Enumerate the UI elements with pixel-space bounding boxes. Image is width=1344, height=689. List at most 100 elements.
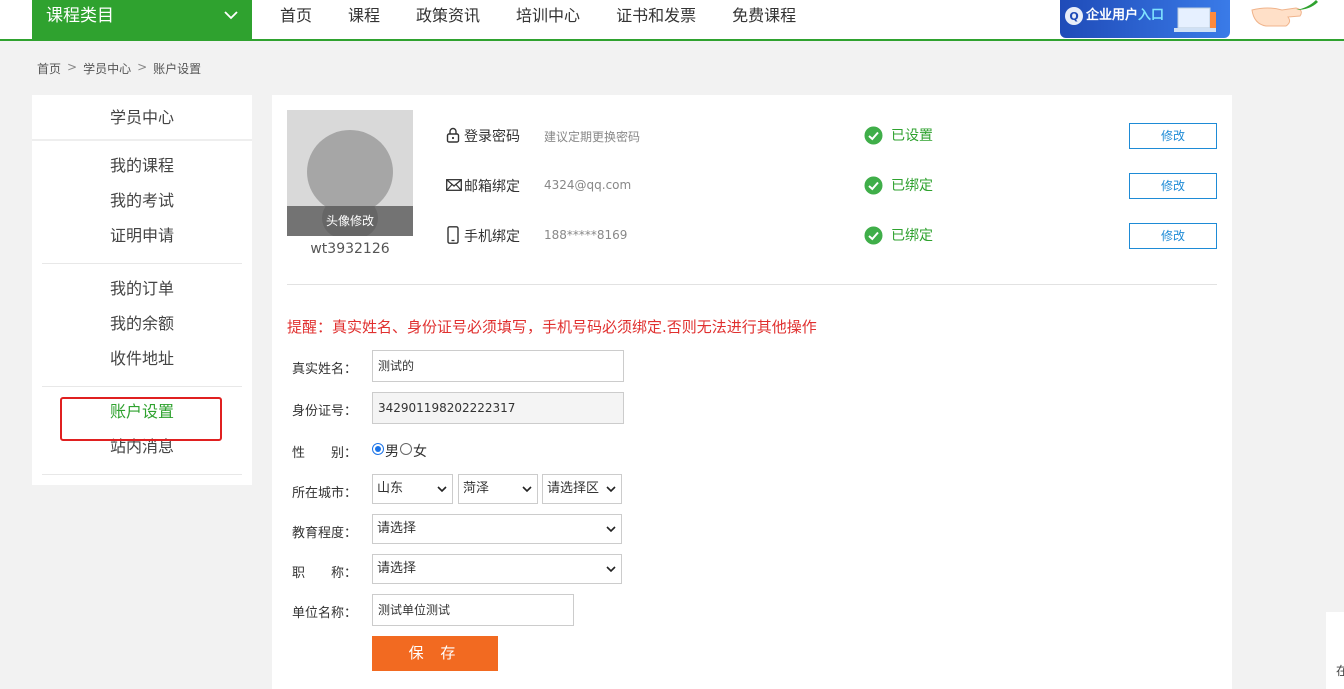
nav-courses[interactable]: 课程 (348, 0, 380, 39)
modify-phone-button[interactable]: 修改 (1129, 223, 1217, 249)
district-value: 请选择区 (547, 481, 600, 496)
check-circle-icon (864, 226, 883, 245)
chevron-down-icon (606, 486, 616, 493)
username: wt3932126 (310, 241, 390, 257)
job-title-label: 职 称： (292, 566, 358, 581)
education-select[interactable]: 请选择 (372, 514, 622, 544)
district-select[interactable]: 请选择区 (542, 474, 622, 504)
sidebar-title: 学员中心 (32, 95, 252, 141)
gender-label: 性 别： (292, 446, 358, 461)
mail-icon (446, 179, 462, 191)
enterprise-entry-text: 入口 (1138, 8, 1165, 23)
sidebar-item-my-courses[interactable]: 我的课程 (42, 148, 242, 183)
id-number-row: 身份证号： 342901198202222317 (292, 392, 632, 424)
phone-status: 已绑定 (864, 225, 933, 245)
nav-home[interactable]: 首页 (280, 0, 312, 39)
chevron-down-icon (606, 526, 616, 533)
password-label: 登录密码 (464, 129, 520, 145)
sidebar-item-shipping-address[interactable]: 收件地址 (42, 341, 242, 376)
phone-status-text: 已绑定 (891, 228, 933, 244)
sidebar-group-study: 我的课程 我的考试 证明申请 (42, 141, 242, 264)
breadcrumb-home[interactable]: 首页 (37, 60, 61, 77)
education-label: 教育程度： (292, 526, 358, 541)
sidebar-item-my-balance[interactable]: 我的余额 (42, 306, 242, 341)
main-nav: 首页 课程 政策资讯 培训中心 证书和发票 免费课程 (280, 0, 832, 39)
sidebar-group-orders: 我的订单 我的余额 收件地址 (42, 264, 242, 387)
job-title-row: 职 称： 请选择 (292, 554, 632, 586)
sidebar-item-my-exams[interactable]: 我的考试 (42, 183, 242, 218)
top-navbar: 课程类目 首页 课程 政策资讯 培训中心 证书和发票 免费课程 Q 企业用户入口 (0, 0, 1344, 41)
right-edge-fragment: 在 (1326, 612, 1344, 689)
account-settings-panel: 头像修改 wt3932126 登录密码 建议定期更换密码 已设置 修改 邮箱绑定… (272, 95, 1232, 689)
sidebar-group-account: 账户设置 站内消息 (42, 387, 242, 475)
sidebar-item-certificate-apply[interactable]: 证明申请 (42, 218, 242, 253)
company-row: 单位名称： 测试单位测试 (292, 594, 632, 626)
province-select[interactable]: 山东 (372, 474, 453, 504)
real-name-row: 真实姓名： 测试的 (292, 350, 632, 382)
reminder-text: 提醒：真实姓名、身份证号必须填写，手机号码必须绑定.否则无法进行其他操作 (287, 318, 817, 336)
breadcrumb-separator: > (137, 60, 148, 74)
phone-label: 手机绑定 (464, 229, 520, 245)
city-row: 所在城市： 山东 菏泽 请选择区 (292, 474, 632, 506)
job-title-value: 请选择 (377, 561, 417, 576)
password-status: 已设置 (864, 125, 933, 145)
enterprise-prefix: 企业用户 (1086, 8, 1139, 23)
city-select[interactable]: 菏泽 (458, 474, 538, 504)
save-button[interactable]: 保 存 (372, 636, 498, 671)
sidebar: 学员中心 我的课程 我的考试 证明申请 我的订单 我的余额 收件地址 账户设置 … (32, 95, 252, 485)
phone-icon (447, 226, 459, 244)
modify-email-button[interactable]: 修改 (1129, 173, 1217, 199)
gender-female-label[interactable]: 女 (413, 441, 427, 461)
gender-row: 性 别： 男 女 (292, 434, 632, 466)
city-value: 菏泽 (463, 481, 490, 496)
breadcrumb-account-settings: 账户设置 (153, 62, 202, 76)
security-row-email: 邮箱绑定 4324@qq.com 已绑定 修改 (444, 170, 1217, 200)
id-number-input[interactable]: 342901198202222317 (372, 392, 624, 424)
chevron-down-icon (522, 486, 532, 493)
nav-training-center[interactable]: 培训中心 (516, 0, 580, 39)
chevron-down-icon (606, 566, 616, 573)
security-row-phone: 手机绑定 188*****8169 已绑定 修改 (444, 220, 1217, 250)
laptop-illustration-icon (1174, 7, 1216, 32)
enterprise-entry-banner[interactable]: Q 企业用户入口 (1060, 0, 1230, 38)
svg-text:Q: Q (1069, 10, 1078, 23)
sidebar-item-account-settings[interactable]: 账户设置 (42, 394, 242, 429)
check-circle-icon (864, 126, 883, 145)
email-status-text: 已绑定 (891, 178, 933, 194)
nav-policy-news[interactable]: 政策资讯 (416, 0, 480, 39)
email-value: 4324@qq.com (544, 178, 632, 192)
real-name-input[interactable]: 测试的 (372, 350, 624, 382)
email-status: 已绑定 (864, 175, 933, 195)
company-input[interactable]: 测试单位测试 (372, 594, 574, 626)
real-name-label: 真实姓名： (292, 362, 358, 377)
gender-female-radio[interactable] (400, 443, 412, 455)
breadcrumb: 首页 > 学员中心 > 账户设置 (37, 60, 201, 77)
security-row-password: 登录密码 建议定期更换密码 已设置 修改 (444, 120, 1217, 150)
nav-free-courses[interactable]: 免费课程 (732, 0, 796, 39)
gender-male-radio[interactable] (372, 443, 384, 455)
email-label: 邮箱绑定 (464, 179, 520, 195)
avatar[interactable]: 头像修改 (287, 110, 413, 236)
sidebar-item-site-messages[interactable]: 站内消息 (42, 429, 242, 464)
breadcrumb-student-center[interactable]: 学员中心 (83, 60, 131, 77)
job-title-select[interactable]: 请选择 (372, 554, 622, 584)
sidebar-item-my-orders[interactable]: 我的订单 (42, 271, 242, 306)
id-number-label: 身份证号： (292, 404, 358, 419)
password-status-text: 已设置 (891, 128, 933, 144)
company-label: 单位名称： (292, 606, 358, 621)
enterprise-logo-icon: Q (1065, 7, 1083, 25)
lock-icon (446, 127, 460, 143)
phone-value: 188*****8169 (544, 228, 628, 242)
nav-certificates-invoices[interactable]: 证书和发票 (616, 0, 696, 39)
chevron-down-icon (437, 486, 447, 493)
modify-password-button[interactable]: 修改 (1129, 123, 1217, 149)
avatar-edit-button[interactable]: 头像修改 (287, 206, 413, 236)
education-row: 教育程度： 请选择 (292, 514, 632, 546)
section-divider (287, 284, 1217, 285)
password-hint: 建议定期更换密码 (544, 130, 641, 144)
course-category-button[interactable]: 课程类目 (32, 0, 252, 39)
gender-male-label[interactable]: 男 (385, 441, 399, 461)
breadcrumb-separator: > (67, 60, 78, 74)
course-category-label: 课程类目 (46, 6, 114, 26)
leaf-decoration-icon (1296, 0, 1318, 10)
